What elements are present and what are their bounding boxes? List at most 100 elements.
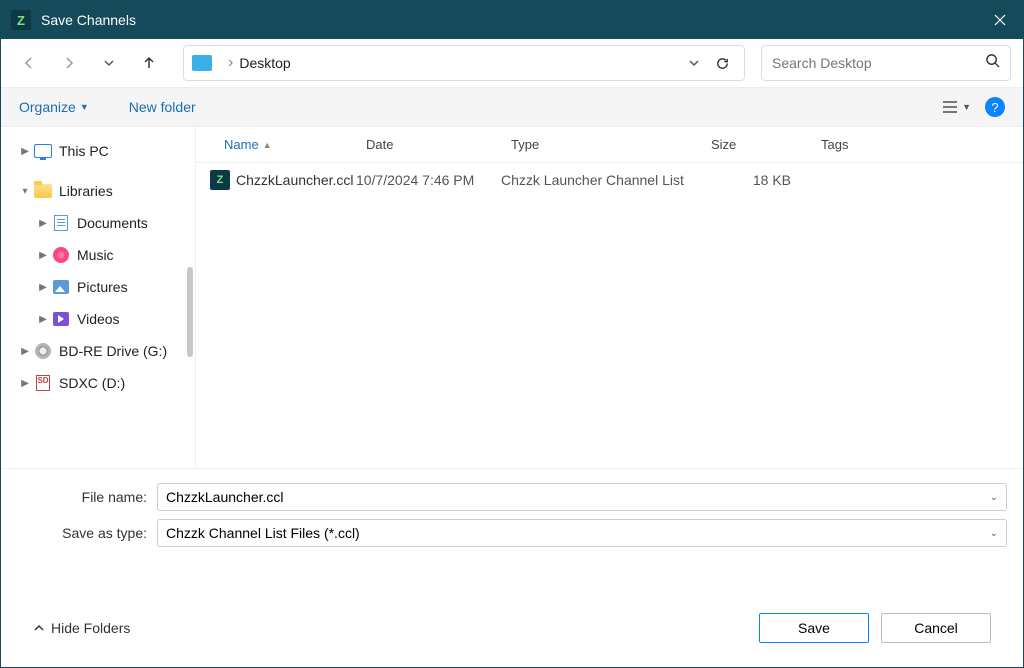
search-input[interactable] <box>772 55 985 71</box>
chevron-right-icon: ▶ <box>35 218 51 229</box>
savetype-row: Save as type: Chzzk Channel List Files (… <box>17 519 1007 547</box>
sidebar-item-sdxc[interactable]: ▶ SD SDXC (D:) <box>1 367 195 399</box>
close-button[interactable] <box>977 1 1023 39</box>
sidebar-scrollbar[interactable] <box>187 267 193 357</box>
refresh-icon <box>715 56 730 71</box>
column-label: Tags <box>821 137 848 152</box>
disc-icon <box>33 342 53 360</box>
search-bar[interactable] <box>761 45 1011 81</box>
chevron-down-icon <box>688 57 700 69</box>
main-area: ▶ This PC ▾ Libraries ▶ Documents ▶ Musi… <box>1 127 1023 468</box>
sidebar: ▶ This PC ▾ Libraries ▶ Documents ▶ Musi… <box>1 127 196 468</box>
sidebar-item-label: Pictures <box>77 279 128 295</box>
sidebar-item-label: This PC <box>59 143 109 159</box>
column-label: Size <box>711 137 736 152</box>
sidebar-item-this-pc[interactable]: ▶ This PC <box>1 135 195 167</box>
chevron-right-icon: ▶ <box>35 250 51 261</box>
toolbar: Organize ▼ New folder ▼ ? <box>1 87 1023 127</box>
file-type: Chzzk Launcher Channel List <box>501 172 701 188</box>
file-date: 10/7/2024 7:46 PM <box>356 172 501 188</box>
chevron-up-icon <box>33 622 45 634</box>
chevron-down-icon: ▾ <box>17 186 33 197</box>
libraries-icon <box>33 182 53 200</box>
filename-row: File name: ⌄ <box>17 483 1007 511</box>
file-rows: Z ChzzkLauncher.ccl 10/7/2024 7:46 PM Ch… <box>196 163 1023 468</box>
sd-card-icon: SD <box>33 374 53 392</box>
sidebar-item-bdre-drive[interactable]: ▶ BD-RE Drive (G:) <box>1 335 195 367</box>
save-dialog: Z Save Channels › Desktop Organize ▼ <box>0 0 1024 668</box>
filename-dropdown[interactable]: ⌄ <box>990 492 998 503</box>
sidebar-item-label: Music <box>77 247 114 263</box>
column-header-size[interactable]: Size <box>701 137 811 152</box>
caret-down-icon: ▼ <box>80 102 89 112</box>
this-pc-icon <box>33 142 53 160</box>
savetype-dropdown[interactable]: ⌄ <box>990 528 998 539</box>
videos-icon <box>51 310 71 328</box>
file-list-area: Name ▲ Date Type Size Tags Z ChzzkLaunch… <box>196 127 1023 468</box>
column-header-tags[interactable]: Tags <box>811 137 1023 152</box>
breadcrumb-location[interactable]: Desktop <box>239 55 290 71</box>
sort-asc-icon: ▲ <box>263 140 272 150</box>
file-row[interactable]: Z ChzzkLauncher.ccl 10/7/2024 7:46 PM Ch… <box>196 163 1023 197</box>
column-label: Date <box>366 137 393 152</box>
chevron-right-icon: ▶ <box>17 146 33 157</box>
refresh-button[interactable] <box>708 49 736 77</box>
titlebar: Z Save Channels <box>1 1 1023 39</box>
forward-button[interactable] <box>53 47 85 79</box>
hide-folders-button[interactable]: Hide Folders <box>33 620 130 636</box>
new-folder-button[interactable]: New folder <box>129 99 196 115</box>
help-button[interactable]: ? <box>985 97 1005 117</box>
pictures-icon <box>51 278 71 296</box>
new-folder-label: New folder <box>129 99 196 115</box>
help-icon: ? <box>991 100 998 115</box>
sidebar-item-music[interactable]: ▶ Music <box>1 239 195 271</box>
arrow-left-icon <box>21 55 37 71</box>
sidebar-item-videos[interactable]: ▶ Videos <box>1 303 195 335</box>
back-button[interactable] <box>13 47 45 79</box>
file-list-header: Name ▲ Date Type Size Tags <box>196 127 1023 163</box>
organize-menu[interactable]: Organize ▼ <box>19 99 89 115</box>
recent-dropdown[interactable] <box>93 47 125 79</box>
address-bar[interactable]: › Desktop <box>183 45 745 81</box>
desktop-icon <box>192 55 212 71</box>
organize-label: Organize <box>19 99 76 115</box>
file-size: 18 KB <box>701 172 811 188</box>
sidebar-item-libraries[interactable]: ▾ Libraries <box>1 175 195 207</box>
close-icon <box>994 14 1006 26</box>
arrow-right-icon <box>61 55 77 71</box>
list-view-icon <box>942 100 958 114</box>
sidebar-item-documents[interactable]: ▶ Documents <box>1 207 195 239</box>
action-row: Hide Folders Save Cancel <box>17 593 1007 655</box>
filename-input[interactable] <box>166 489 990 505</box>
file-name: ChzzkLauncher.ccl <box>236 172 354 188</box>
savetype-value: Chzzk Channel List Files (*.ccl) <box>166 525 990 541</box>
chevron-right-icon: ▶ <box>35 282 51 293</box>
savetype-field[interactable]: Chzzk Channel List Files (*.ccl) ⌄ <box>157 519 1007 547</box>
column-header-name[interactable]: Name ▲ <box>196 137 356 152</box>
filename-label: File name: <box>17 489 157 505</box>
music-icon <box>51 246 71 264</box>
chevron-right-icon: ▶ <box>35 314 51 325</box>
save-button[interactable]: Save <box>759 613 869 643</box>
column-header-type[interactable]: Type <box>501 137 701 152</box>
caret-down-icon: ▼ <box>962 102 971 112</box>
filename-field[interactable]: ⌄ <box>157 483 1007 511</box>
chevron-right-icon: ▶ <box>17 378 33 389</box>
documents-icon <box>51 214 71 232</box>
view-menu[interactable]: ▼ <box>942 100 971 114</box>
file-type-icon: Z <box>210 170 230 190</box>
address-dropdown[interactable] <box>680 49 708 77</box>
chevron-right-icon: ▶ <box>17 346 33 357</box>
window-title: Save Channels <box>41 12 977 28</box>
sidebar-item-pictures[interactable]: ▶ Pictures <box>1 271 195 303</box>
sidebar-item-label: Videos <box>77 311 120 327</box>
column-header-date[interactable]: Date <box>356 137 501 152</box>
column-label: Name <box>224 137 259 152</box>
breadcrumb-separator-icon: › <box>228 54 233 72</box>
hide-folders-label: Hide Folders <box>51 620 130 636</box>
chevron-down-icon <box>103 57 115 69</box>
arrow-up-icon <box>141 55 157 71</box>
up-button[interactable] <box>133 47 165 79</box>
cancel-button[interactable]: Cancel <box>881 613 991 643</box>
savetype-label: Save as type: <box>17 525 157 541</box>
